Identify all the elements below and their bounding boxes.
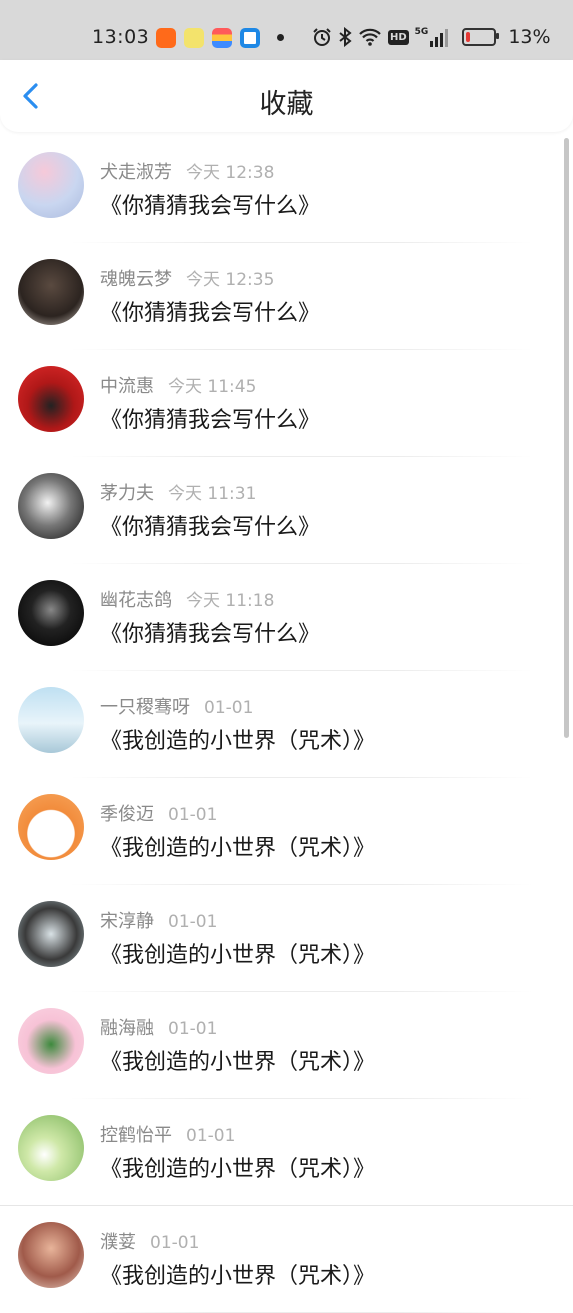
notification-app-icons — [156, 28, 260, 48]
avatar[interactable] — [18, 1222, 84, 1288]
work-title[interactable]: 《我创造的小世界（咒术）》 — [100, 723, 375, 755]
list-item[interactable]: 一只稷骞呀 01-01 《我创造的小世界（咒术）》 — [0, 671, 573, 778]
favorite-time: 01-01 — [186, 1126, 236, 1146]
bluetooth-icon — [339, 27, 352, 47]
author-name: 茅力夫 — [100, 483, 154, 504]
avatar[interactable] — [18, 473, 84, 539]
more-notifications-dot — [277, 34, 284, 41]
avatar[interactable] — [18, 1115, 84, 1181]
favorite-time: 今天 11:18 — [186, 591, 275, 611]
list-item[interactable]: 季俊迈 01-01 《我创造的小世界（咒术）》 — [0, 778, 573, 885]
favorite-time: 今天 11:45 — [168, 377, 257, 397]
favorite-time: 01-01 — [168, 805, 218, 825]
taobao-icon — [156, 28, 176, 48]
wifi-icon — [359, 28, 381, 46]
favorite-time: 今天 11:31 — [168, 484, 257, 504]
work-title[interactable]: 《你猜猜我会写什么》 — [100, 509, 320, 541]
avatar[interactable] — [18, 901, 84, 967]
chat-app-icon — [184, 28, 204, 48]
avatar[interactable] — [18, 794, 84, 860]
author-name: 宋淳静 — [100, 911, 154, 932]
author-name: 控鹤怡平 — [100, 1125, 172, 1146]
author-name: 中流惠 — [100, 376, 154, 397]
hd-icon: HD — [388, 29, 409, 45]
list-item[interactable]: 宋淳静 01-01 《我创造的小世界（咒术）》 — [0, 885, 573, 992]
scrollbar[interactable] — [564, 138, 569, 738]
work-title[interactable]: 《我创造的小世界（咒术）》 — [100, 1044, 375, 1076]
list-item[interactable]: 中流惠 今天 11:45 《你猜猜我会写什么》 — [0, 350, 573, 457]
avatar[interactable] — [18, 1008, 84, 1074]
work-title[interactable]: 《你猜猜我会写什么》 — [100, 402, 320, 434]
favorite-time: 01-01 — [204, 698, 254, 718]
list-item[interactable]: 犬走淑芳 今天 12:38 《你猜猜我会写什么》 — [0, 136, 573, 243]
work-title[interactable]: 《我创造的小世界（咒术）》 — [100, 937, 375, 969]
favorite-time: 01-01 — [168, 1019, 218, 1039]
list-item[interactable]: 茅力夫 今天 11:31 《你猜猜我会写什么》 — [0, 457, 573, 564]
author-name: 融海融 — [100, 1018, 154, 1039]
alarm-icon — [313, 28, 331, 46]
favorite-time: 01-01 — [150, 1233, 200, 1253]
work-title[interactable]: 《我创造的小世界（咒术）》 — [100, 830, 375, 862]
battery-percent: 13% — [508, 26, 551, 48]
favorite-time: 今天 12:35 — [186, 270, 275, 290]
author-name: 犬走淑芳 — [100, 162, 172, 183]
avatar[interactable] — [18, 366, 84, 432]
work-title[interactable]: 《你猜猜我会写什么》 — [100, 295, 320, 327]
list-item[interactable]: 融海融 01-01 《我创造的小世界（咒术）》 — [0, 992, 573, 1099]
list-item[interactable]: 魂魄云梦 今天 12:35 《你猜猜我会写什么》 — [0, 243, 573, 350]
gallery-icon — [212, 28, 232, 48]
battery-icon — [462, 28, 500, 46]
author-name: 幽花志鸽 — [100, 590, 172, 611]
list-item[interactable]: 濮荽 01-01 《我创造的小世界（咒术）》 — [0, 1206, 573, 1313]
avatar[interactable] — [18, 152, 84, 218]
work-title[interactable]: 《你猜猜我会写什么》 — [100, 188, 320, 220]
avatar[interactable] — [18, 580, 84, 646]
favorite-time: 今天 12:38 — [186, 163, 275, 183]
favorite-time: 01-01 — [168, 912, 218, 932]
author-name: 一只稷骞呀 — [100, 697, 190, 718]
status-indicators: HD 5G 13% — [312, 26, 551, 48]
avatar[interactable] — [18, 687, 84, 753]
signal-icon: 5G — [415, 27, 449, 47]
avatar[interactable] — [18, 259, 84, 325]
favorites-list: 犬走淑芳 今天 12:38 《你猜猜我会写什么》 魂魄云梦 今天 12:35 《你猜… — [0, 136, 573, 1313]
work-title[interactable]: 《我创造的小世界（咒术）》 — [100, 1258, 375, 1290]
author-name: 濮荽 — [100, 1232, 136, 1253]
status-time: 13:03 — [92, 26, 150, 48]
work-title[interactable]: 《你猜猜我会写什么》 — [100, 616, 320, 648]
nav-header: 收藏 — [0, 60, 573, 132]
work-title[interactable]: 《我创造的小世界（咒术）》 — [100, 1151, 375, 1183]
page-title: 收藏 — [259, 89, 314, 120]
browser-icon — [240, 28, 260, 48]
list-item[interactable]: 幽花志鸽 今天 11:18 《你猜猜我会写什么》 — [0, 564, 573, 671]
status-bar: 13:03 HD 5G 13% — [0, 0, 573, 60]
author-name: 季俊迈 — [100, 804, 154, 825]
list-item[interactable]: 控鹤怡平 01-01 《我创造的小世界（咒术）》 — [0, 1099, 573, 1206]
author-name: 魂魄云梦 — [100, 269, 172, 290]
